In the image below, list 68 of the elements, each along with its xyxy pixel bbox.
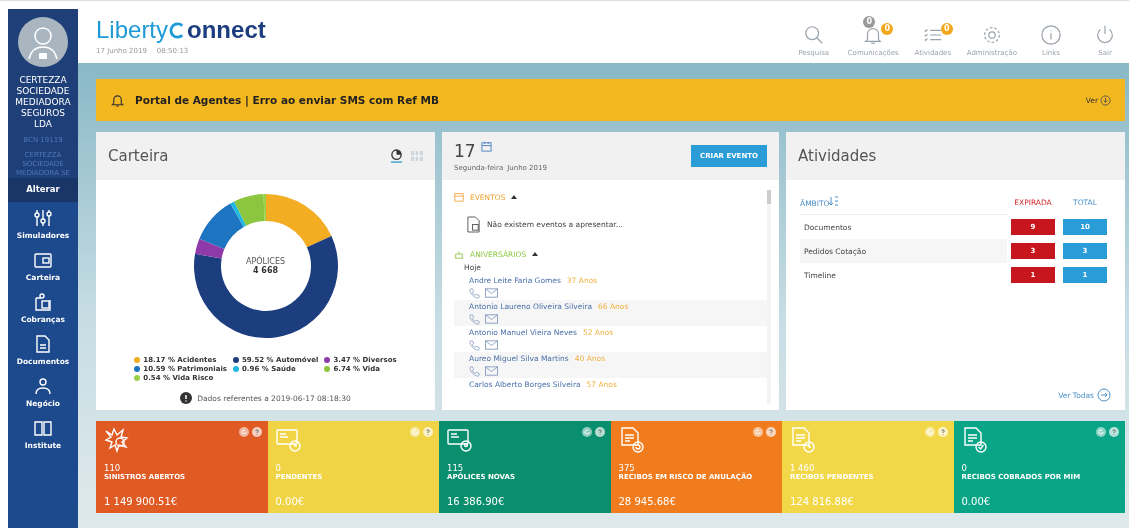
mail-icon[interactable] xyxy=(485,340,498,350)
phone-icon[interactable] xyxy=(469,314,480,325)
calendar-icon[interactable] xyxy=(480,140,492,152)
tile-amount: 28 945.68€ xyxy=(618,496,677,507)
tile-amount: 0.00€ xyxy=(275,496,306,507)
info-icon xyxy=(1040,23,1062,46)
center-label: APÓLICES xyxy=(245,257,286,266)
tile-count: 110 xyxy=(104,463,122,473)
bell-icon xyxy=(110,92,125,108)
info-icon xyxy=(180,392,193,404)
tile-count: 1 460 xyxy=(790,463,816,473)
tile-count: 375 xyxy=(618,463,636,473)
count-badge: 0 xyxy=(881,22,894,35)
refresh-icon[interactable] xyxy=(238,427,249,437)
help-icon[interactable] xyxy=(423,427,433,437)
tile-icon xyxy=(790,427,816,453)
refresh-icon[interactable] xyxy=(581,427,592,437)
tile-count: 115 xyxy=(447,463,464,473)
phone-icon[interactable] xyxy=(469,288,480,299)
sliders-icon xyxy=(33,208,53,228)
logo: Liberty onnect xyxy=(96,17,266,43)
alert-text: Portal de Agentes | Erro ao enviar SMS com Ref MB xyxy=(135,94,440,106)
mail-icon[interactable] xyxy=(485,366,498,376)
wallet-icon xyxy=(33,250,53,270)
tile-icon xyxy=(447,427,473,453)
calendar-icon xyxy=(454,192,464,202)
tile-amount: 124 816.88€ xyxy=(790,496,855,507)
chart-view-icon[interactable] xyxy=(390,148,403,164)
mail-icon[interactable] xyxy=(485,288,498,298)
tile-icon xyxy=(618,427,645,453)
help-icon[interactable] xyxy=(594,427,605,437)
mail-icon[interactable] xyxy=(485,314,498,324)
tile-icon xyxy=(104,427,130,453)
tile-icon xyxy=(275,427,302,453)
document-icon xyxy=(33,334,53,354)
count-badge: 0 xyxy=(940,22,953,35)
phone-icon[interactable] xyxy=(469,340,480,351)
company-name: CERTEZZA SOCIEDADE MEDIADORA SEGUROS LDA xyxy=(14,75,72,130)
help-icon[interactable] xyxy=(766,427,776,437)
tile-amount: 0.00€ xyxy=(961,496,992,507)
avatar[interactable] xyxy=(18,17,68,67)
help-icon[interactable] xyxy=(937,427,948,437)
day-number: 17 xyxy=(454,140,476,161)
tile-count: 0 xyxy=(275,463,282,473)
change-link[interactable]: Alterar xyxy=(8,178,78,202)
center-value: 4 668 xyxy=(252,266,279,275)
count-badge: 0 xyxy=(863,15,876,28)
card-title: Carteira xyxy=(108,147,169,165)
caret-icon[interactable] xyxy=(532,252,539,256)
refresh-icon[interactable] xyxy=(753,427,763,437)
power-icon xyxy=(1094,23,1116,46)
tile-count: 0 xyxy=(961,463,968,473)
sort-icon[interactable] xyxy=(829,196,840,206)
table-view-icon[interactable] xyxy=(411,151,423,161)
caret-icon[interactable] xyxy=(511,195,518,199)
arrow-right-circle-icon xyxy=(1097,388,1111,402)
card-title: Atividades xyxy=(798,147,877,165)
refresh-icon[interactable] xyxy=(1096,427,1106,437)
search-icon xyxy=(802,23,825,46)
document-icon xyxy=(466,216,481,233)
phone-icon[interactable] xyxy=(469,366,480,377)
tile-icon xyxy=(961,427,988,453)
refresh-icon[interactable] xyxy=(410,427,420,437)
arrow-down-circle-icon xyxy=(1100,94,1111,106)
help-icon[interactable] xyxy=(1109,427,1119,437)
tile-amount: 16 386.90€ xyxy=(447,496,506,507)
help-icon[interactable] xyxy=(251,427,262,437)
tile-amount: 1 149 900.51€ xyxy=(104,496,179,507)
